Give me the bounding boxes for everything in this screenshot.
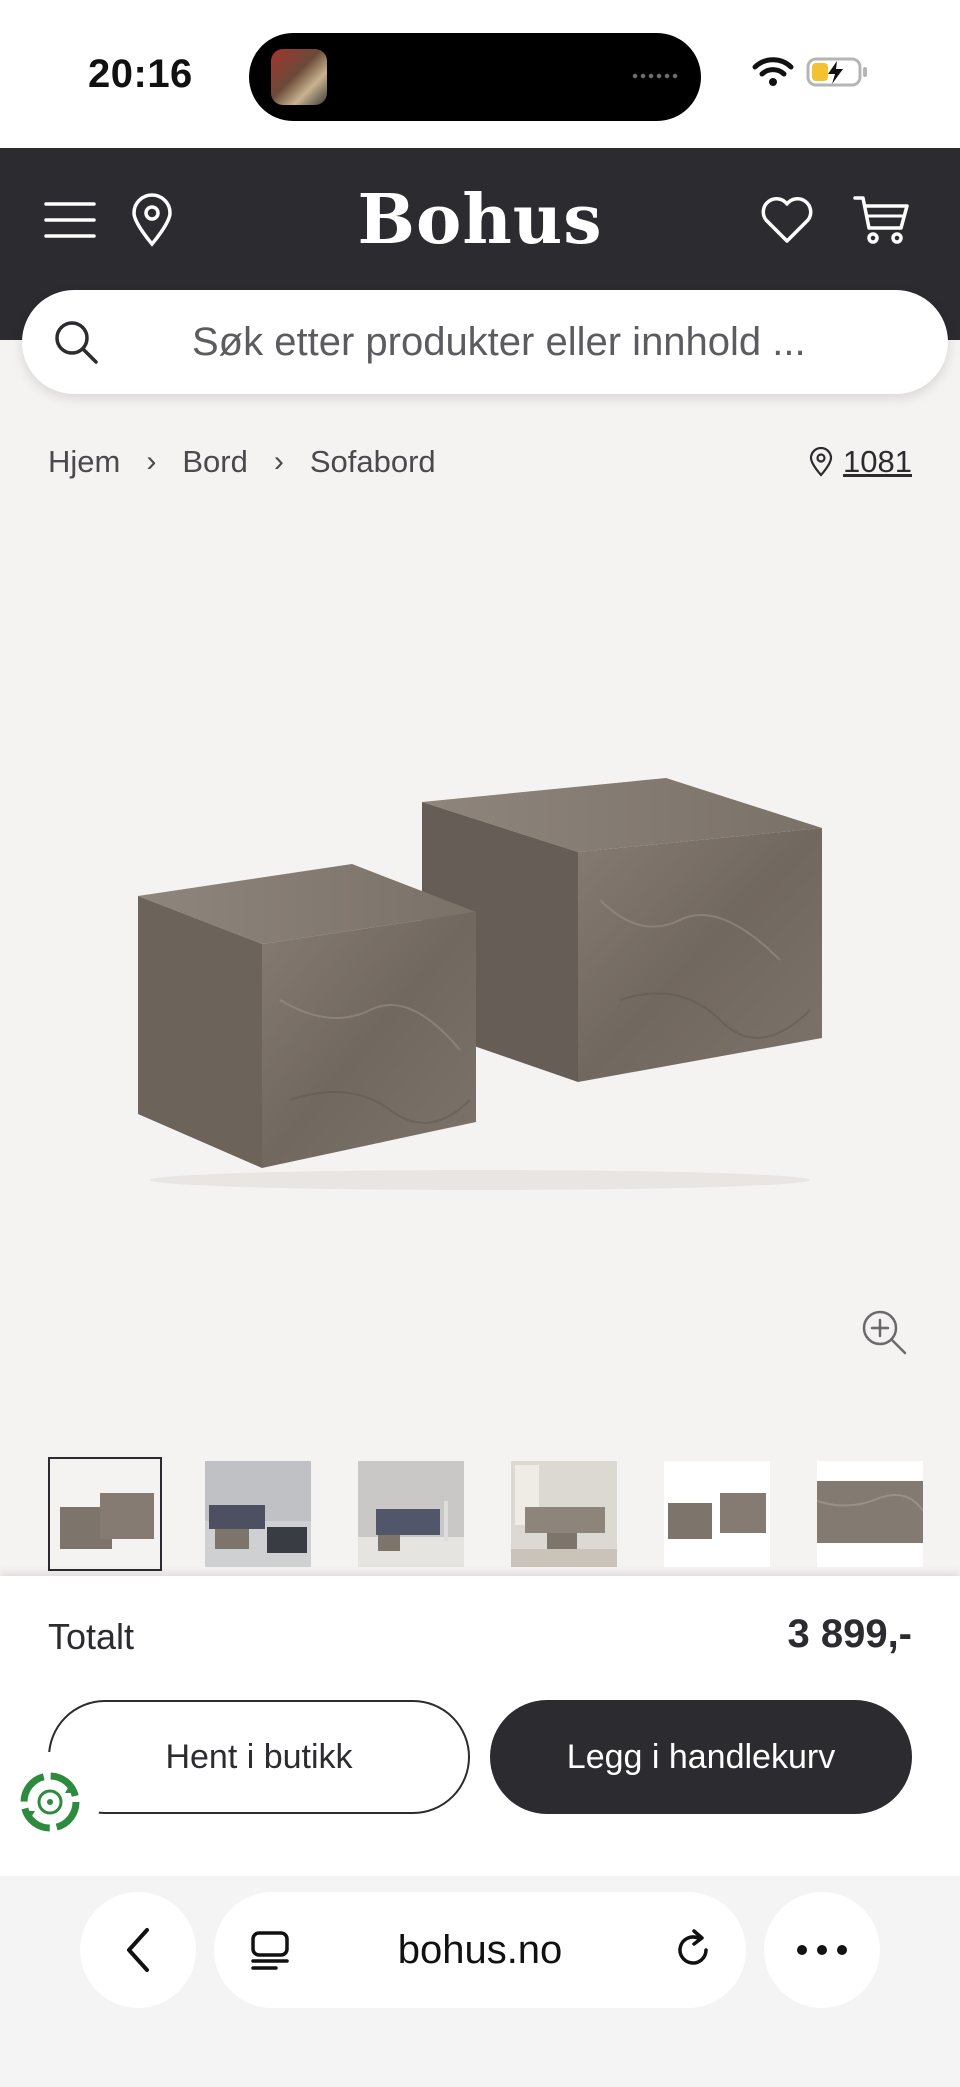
thumbnail-6[interactable] <box>813 1457 927 1571</box>
selected-store[interactable]: 1081 <box>809 444 912 480</box>
search-input[interactable] <box>192 312 892 372</box>
back-button[interactable] <box>80 1892 196 2008</box>
status-bar: 20:16 <box>0 0 960 148</box>
chevron-right-icon: › <box>273 445 284 478</box>
status-icons <box>752 56 868 88</box>
dynamic-island <box>249 33 701 121</box>
total-label: Totalt <box>48 1616 135 1657</box>
more-options-button[interactable] <box>764 1892 880 2008</box>
cart-button[interactable] <box>850 188 914 252</box>
thumbnail-3[interactable] <box>354 1457 468 1571</box>
eco-badge[interactable] <box>0 1752 100 1852</box>
breadcrumb-item-home[interactable]: Hjem <box>48 444 120 480</box>
zoom-in-icon <box>862 1310 907 1355</box>
thumbnail-2[interactable] <box>201 1457 315 1571</box>
audio-indicator-icon <box>631 71 679 81</box>
search-bar[interactable] <box>22 290 948 394</box>
breadcrumb-item-bord[interactable]: Bord <box>182 444 247 480</box>
more-dots-icon <box>797 1945 847 1955</box>
now-playing-thumbnail <box>271 49 327 105</box>
pickup-in-store-button[interactable]: Hent i butikk <box>48 1700 470 1814</box>
breadcrumb-item-sofabord[interactable]: Sofabord <box>310 444 436 480</box>
product-image[interactable] <box>120 760 840 1200</box>
location-pin-icon <box>809 447 833 477</box>
total-price: 3 899,- <box>787 1612 912 1656</box>
address-bar[interactable]: bohus.no <box>214 1892 746 2008</box>
store-number[interactable]: 1081 <box>843 444 912 480</box>
url-text: bohus.no <box>397 1928 563 1972</box>
search-icon <box>55 321 98 364</box>
reload-icon[interactable] <box>672 1928 716 1972</box>
thumbnail-4[interactable] <box>507 1457 621 1571</box>
shopping-cart-icon <box>853 196 909 244</box>
add-to-cart-button[interactable]: Legg i handlekurv <box>490 1700 912 1814</box>
chevron-right-icon: › <box>146 445 157 478</box>
battery-charging-icon <box>806 57 867 87</box>
breadcrumb: Hjem › Bord › Sofabord <box>48 444 436 480</box>
heart-icon <box>761 197 813 243</box>
thumbnail-strip <box>48 1457 960 1573</box>
recycle-icon <box>20 1772 80 1832</box>
zoom-button[interactable] <box>858 1306 910 1358</box>
status-time: 20:16 <box>88 52 193 96</box>
chevron-left-icon <box>127 1928 149 1972</box>
wifi-icon <box>752 57 794 86</box>
thumbnail-5[interactable] <box>660 1457 774 1571</box>
wishlist-button[interactable] <box>755 188 819 252</box>
thumbnail-1[interactable] <box>48 1457 162 1571</box>
